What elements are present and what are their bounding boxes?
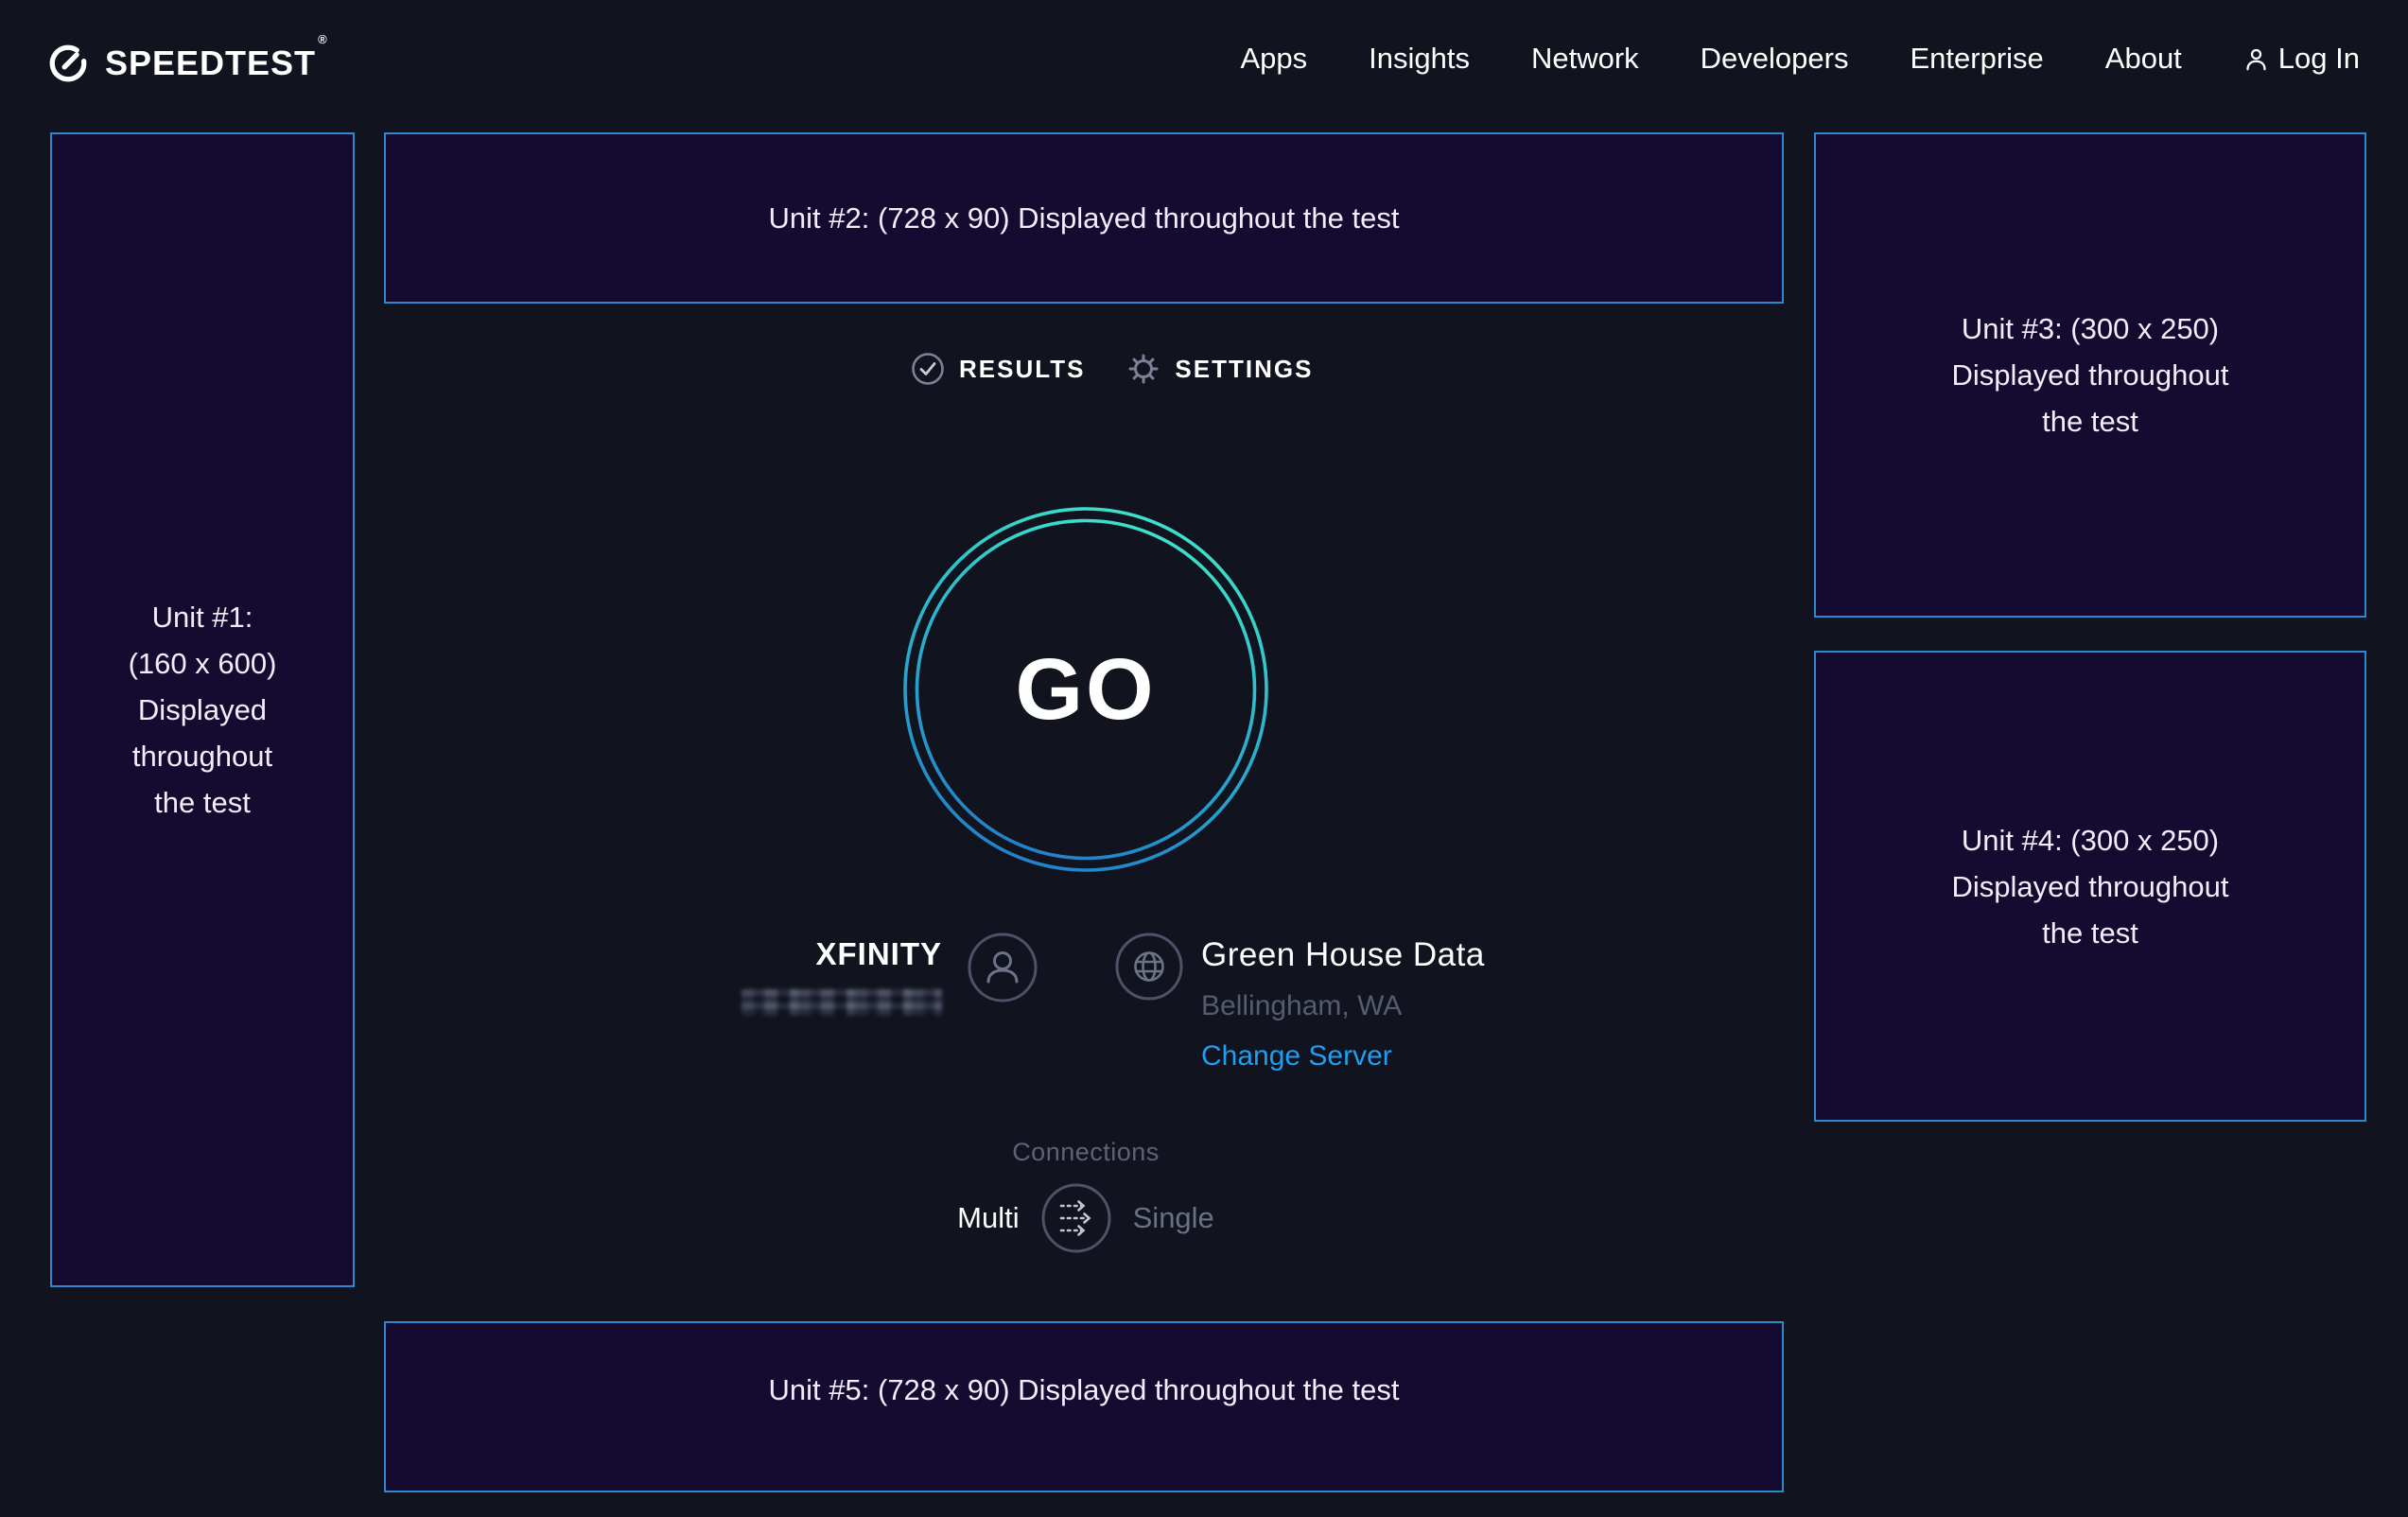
check-circle-icon bbox=[911, 352, 945, 386]
nav-item-about[interactable]: About bbox=[2105, 42, 2182, 76]
server-host: Green House Data bbox=[1201, 936, 1485, 974]
connections-option-multi[interactable]: Multi bbox=[957, 1201, 1019, 1235]
nav-item-apps[interactable]: Apps bbox=[1240, 42, 1307, 76]
connections-section: Connections Multi Single bbox=[934, 1138, 1237, 1254]
ad-unit-2[interactable]: Unit #2: (728 x 90) Displayed throughout… bbox=[384, 132, 1784, 304]
login-button[interactable]: Log In bbox=[2243, 42, 2360, 76]
tab-results-label: RESULTS bbox=[959, 355, 1085, 384]
login-label: Log In bbox=[2278, 42, 2360, 76]
server-globe-icon bbox=[1114, 932, 1184, 1002]
server-location: Bellingham, WA bbox=[1201, 990, 1485, 1022]
connections-toggle-icon[interactable] bbox=[1040, 1182, 1112, 1254]
tab-settings-label: SETTINGS bbox=[1175, 355, 1313, 384]
isp-user-icon bbox=[967, 932, 1038, 1003]
ad-unit-5[interactable]: Unit #5: (728 x 90) Displayed throughout… bbox=[384, 1321, 1784, 1492]
ad-unit-3-text: Unit #3: (300 x 250) Displayed throughou… bbox=[1952, 305, 2229, 445]
nav-item-enterprise[interactable]: Enterprise bbox=[1910, 42, 2043, 76]
tab-results[interactable]: RESULTS bbox=[911, 352, 1085, 386]
main-nav: Apps Insights Network Developers Enterpr… bbox=[1240, 42, 2360, 76]
speedtest-page: SPEEDTEST® Apps Insights Network Develop… bbox=[0, 0, 2408, 1517]
isp-name: XFINITY bbox=[662, 936, 942, 972]
ad-unit-3[interactable]: Unit #3: (300 x 250) Displayed throughou… bbox=[1814, 132, 2366, 618]
ad-unit-1-text: Unit #1: (160 x 600) Displayed throughou… bbox=[129, 594, 277, 826]
nav-item-developers[interactable]: Developers bbox=[1701, 42, 1849, 76]
ad-unit-1[interactable]: Unit #1: (160 x 600) Displayed throughou… bbox=[50, 132, 355, 1287]
ip-address-redacted bbox=[742, 989, 942, 1016]
connections-label: Connections bbox=[934, 1138, 1237, 1167]
speedometer-gauge-icon bbox=[46, 42, 90, 85]
user-icon bbox=[2243, 46, 2269, 72]
change-server-link[interactable]: Change Server bbox=[1201, 1040, 1485, 1072]
server-block: Green House Data Bellingham, WA Change S… bbox=[1201, 936, 1485, 1072]
connections-option-single[interactable]: Single bbox=[1133, 1201, 1214, 1235]
ad-unit-5-text: Unit #5: (728 x 90) Displayed throughout… bbox=[769, 1367, 1400, 1413]
ad-unit-4-text: Unit #4: (300 x 250) Displayed throughou… bbox=[1952, 817, 2229, 956]
ad-unit-2-text: Unit #2: (728 x 90) Displayed throughout… bbox=[769, 195, 1400, 241]
isp-block: XFINITY bbox=[662, 936, 942, 1016]
speedtest-logo[interactable]: SPEEDTEST® bbox=[46, 42, 328, 85]
nav-item-network[interactable]: Network bbox=[1531, 42, 1639, 76]
nav-item-insights[interactable]: Insights bbox=[1369, 42, 1470, 76]
connections-toggle-row: Multi Single bbox=[934, 1182, 1237, 1254]
tab-settings[interactable]: SETTINGS bbox=[1126, 352, 1313, 386]
gear-icon bbox=[1126, 352, 1160, 386]
trademark-symbol: ® bbox=[318, 32, 328, 46]
go-button[interactable]: GO bbox=[902, 506, 1269, 873]
view-tabs: RESULTS SETTINGS bbox=[911, 352, 1313, 386]
go-label: GO bbox=[902, 506, 1269, 873]
brand-wordmark: SPEEDTEST® bbox=[105, 44, 328, 83]
ad-unit-4[interactable]: Unit #4: (300 x 250) Displayed throughou… bbox=[1814, 651, 2366, 1122]
